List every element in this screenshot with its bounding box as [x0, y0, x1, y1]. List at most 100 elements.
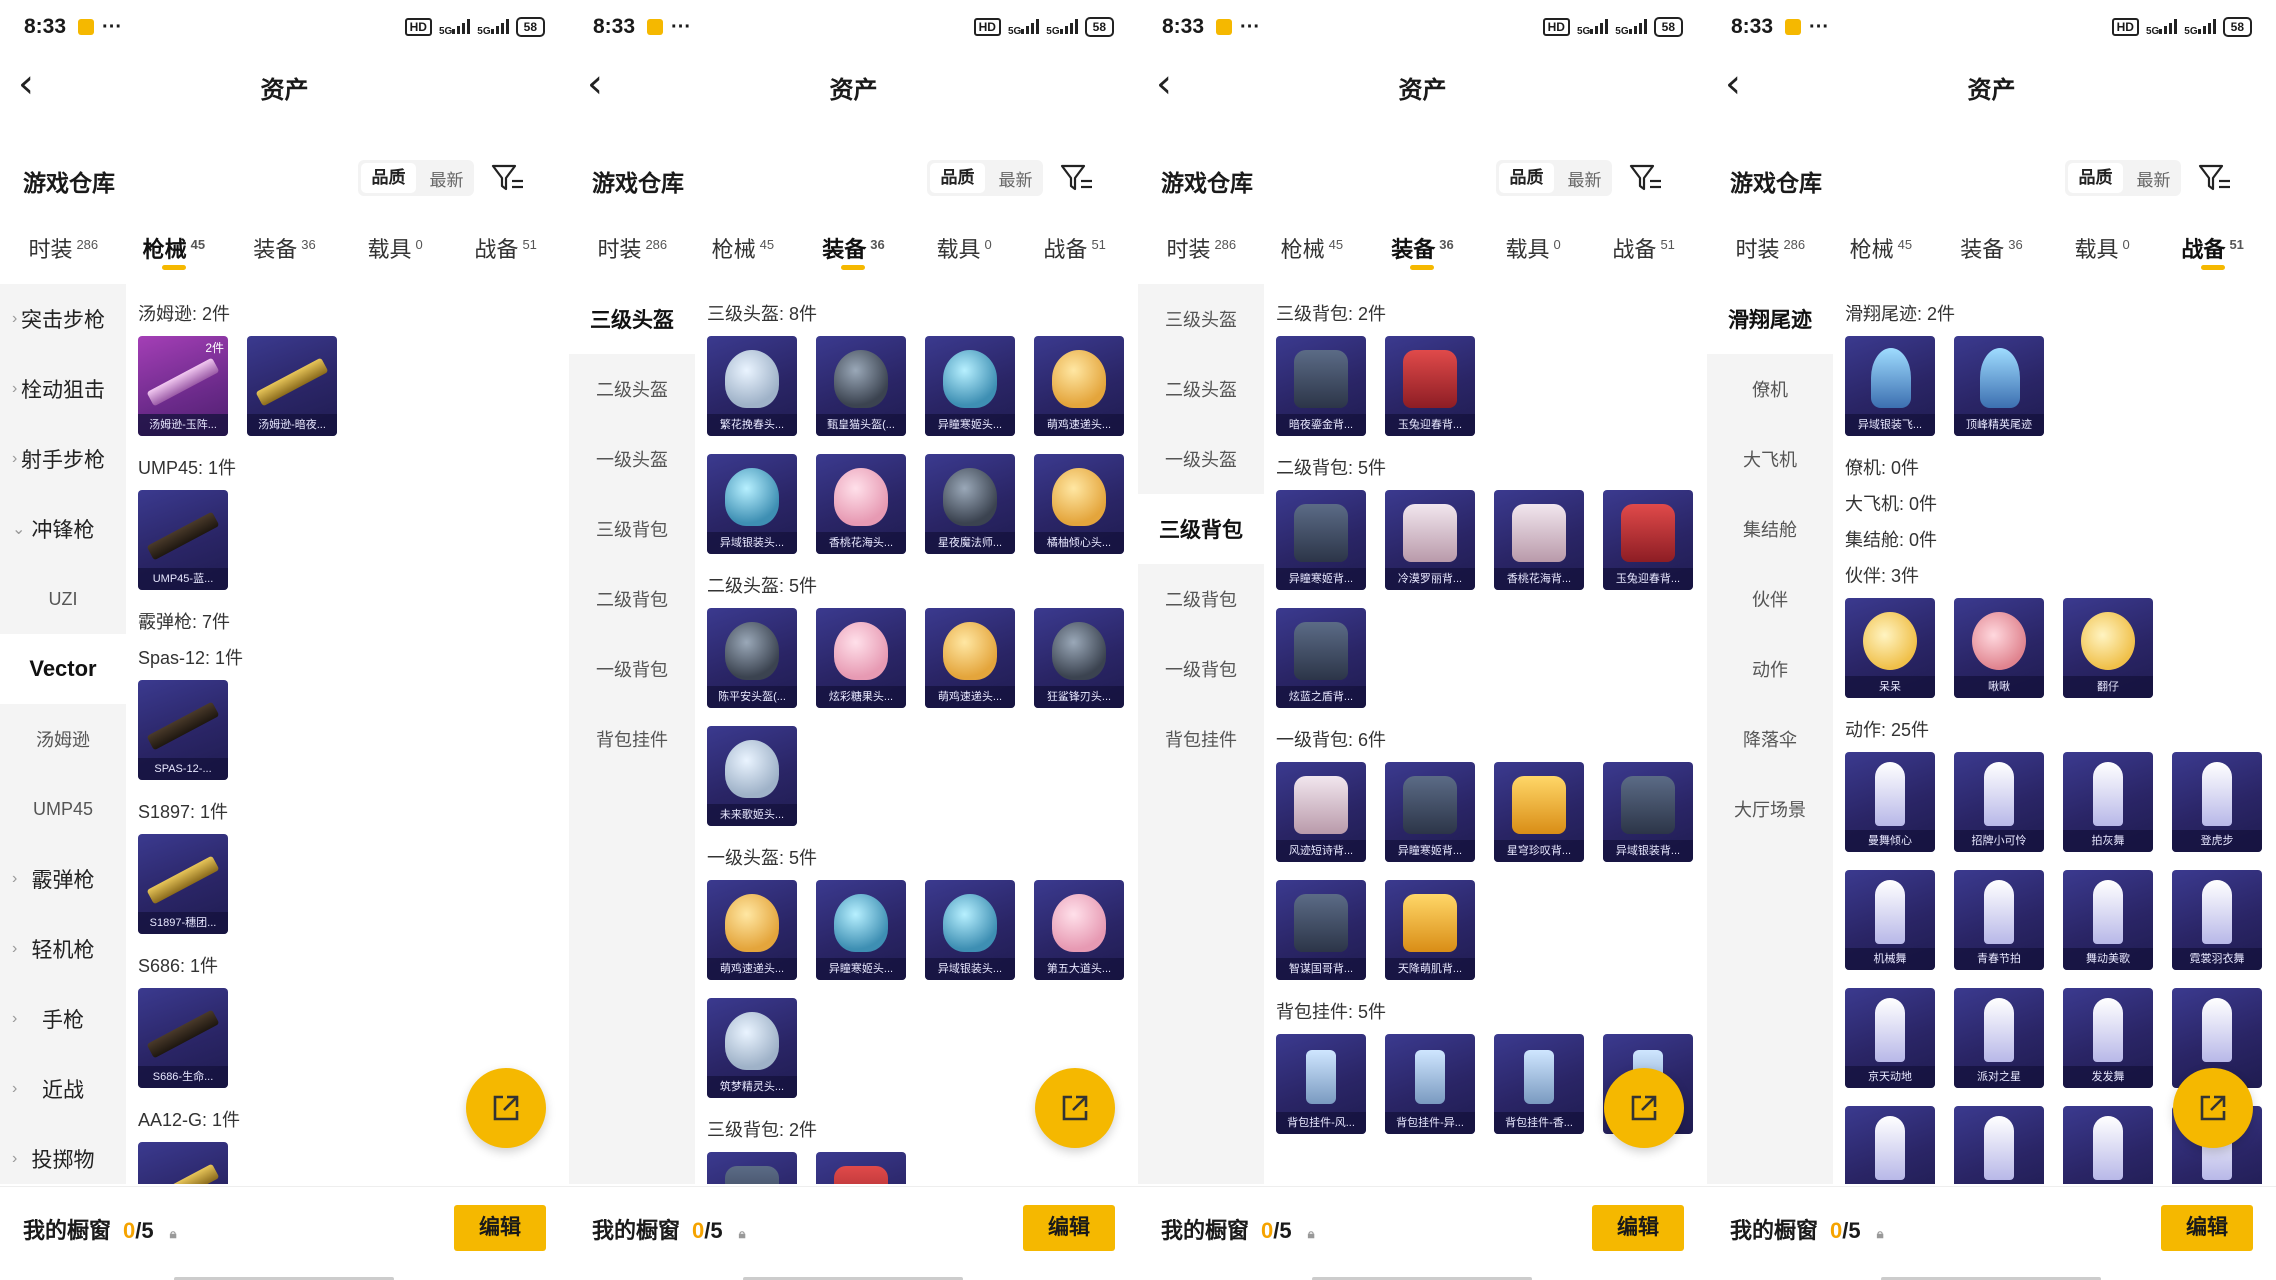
item-card[interactable]: 异域银装头... [925, 880, 1015, 980]
item-card[interactable]: 萌鸡速递头... [1034, 336, 1124, 436]
item-card[interactable]: 异域银装背... [1603, 762, 1693, 862]
item-card[interactable]: SPAS-12-... [138, 680, 228, 780]
item-card[interactable]: 啾啾 [1954, 598, 2044, 698]
item-card[interactable] [2063, 1106, 2153, 1184]
item-card[interactable]: 异瞳寒姬头... [816, 880, 906, 980]
item-card[interactable]: 霓裳羽衣舞 [2172, 870, 2262, 970]
item-card[interactable]: 京天动地 [1845, 988, 1935, 1088]
sidebar-item[interactable]: › 射手步枪 [0, 424, 126, 494]
item-card[interactable]: 派对之星 [1954, 988, 2044, 1088]
tab-0[interactable]: 时装 286 [1146, 214, 1257, 276]
item-card[interactable]: 异瞳寒姬背... [1276, 490, 1366, 590]
sort-quality-button[interactable]: 品质 [361, 163, 416, 193]
sort-quality-button[interactable]: 品质 [2068, 163, 2123, 193]
item-card[interactable]: 翻仔 [2063, 598, 2153, 698]
item-card[interactable]: 背包挂件-香... [1494, 1034, 1584, 1134]
filter-icon[interactable] [2197, 162, 2233, 194]
item-card[interactable]: 背包挂件-异... [1385, 1034, 1475, 1134]
sort-toggle[interactable]: 品质 最新 [1496, 160, 1612, 196]
sidebar-item[interactable]: › 近战 [0, 1054, 126, 1124]
tab-3[interactable]: 载具 0 [909, 214, 1020, 276]
sidebar-item[interactable]: › 轻机枪 [0, 914, 126, 984]
item-card[interactable]: 登虎步 [2172, 752, 2262, 852]
tab-4[interactable]: 战备 51 [1019, 214, 1130, 276]
sidebar-item[interactable]: UMP45 [0, 774, 126, 844]
tab-3[interactable]: 载具 0 [1478, 214, 1589, 276]
tab-4[interactable]: 战备 51 [450, 214, 561, 276]
item-card[interactable]: 拍灰舞 [2063, 752, 2153, 852]
item-card[interactable]: 暗夜鎏金背... [1276, 336, 1366, 436]
tab-0[interactable]: 时装 286 [8, 214, 119, 276]
edit-button[interactable]: 编辑 [1592, 1205, 1684, 1251]
item-card[interactable] [1954, 1106, 2044, 1184]
item-card[interactable]: 汤姆逊-暗夜... [247, 336, 337, 436]
tab-3[interactable]: 载具 0 [2047, 214, 2158, 276]
item-card[interactable]: 异瞳寒姬头... [925, 336, 1015, 436]
sidebar-item[interactable]: › 突击步枪 [0, 284, 126, 354]
sidebar-item[interactable]: 汤姆逊 [0, 704, 126, 774]
tab-1[interactable]: 枪械 45 [688, 214, 799, 276]
tab-2[interactable]: 装备 36 [1367, 214, 1478, 276]
item-card[interactable]: 舞动美歌 [2063, 870, 2153, 970]
sidebar-item[interactable]: Vector [0, 634, 126, 704]
tab-1[interactable]: 枪械 45 [1257, 214, 1368, 276]
sidebar-item[interactable]: 三级背包 [569, 494, 695, 564]
item-card[interactable]: 香桃花海背... [1494, 490, 1584, 590]
tab-0[interactable]: 时装 286 [577, 214, 688, 276]
sidebar-item[interactable]: 一级头盔 [569, 424, 695, 494]
sidebar-item[interactable]: 僚机 [1707, 354, 1833, 424]
item-card[interactable]: 玉兔迎春背... [1603, 490, 1693, 590]
tab-4[interactable]: 战备 51 [1588, 214, 1699, 276]
share-button[interactable] [1604, 1068, 1684, 1148]
sidebar-item[interactable]: 集结舱 [1707, 494, 1833, 564]
edit-button[interactable]: 编辑 [2161, 1205, 2253, 1251]
sidebar-item[interactable]: 一级背包 [1138, 634, 1264, 704]
item-card[interactable] [138, 1142, 228, 1184]
tab-4[interactable]: 战备 51 [2157, 214, 2268, 276]
share-button[interactable] [2173, 1068, 2253, 1148]
filter-icon[interactable] [1628, 162, 1664, 194]
item-card[interactable]: 背包挂件-风... [1276, 1034, 1366, 1134]
item-card[interactable]: 筑梦精灵头... [707, 998, 797, 1098]
sort-toggle[interactable]: 品质 最新 [2065, 160, 2181, 196]
sort-latest-button[interactable]: 最新 [1557, 166, 1612, 191]
item-card[interactable]: 狂鲨锋刃头... [1034, 608, 1124, 708]
sort-toggle[interactable]: 品质 最新 [927, 160, 1043, 196]
item-card[interactable]: 2件 汤姆逊-玉阵... [138, 336, 228, 436]
sidebar-item[interactable]: 降落伞 [1707, 704, 1833, 774]
sidebar-item[interactable]: 大厅场景 [1707, 774, 1833, 844]
item-card[interactable]: 繁花挽春头... [707, 336, 797, 436]
sidebar-item[interactable]: 背包挂件 [1138, 704, 1264, 774]
sidebar-item[interactable]: 背包挂件 [569, 704, 695, 774]
sort-quality-button[interactable]: 品质 [1499, 163, 1554, 193]
sidebar-item[interactable]: 一级头盔 [1138, 424, 1264, 494]
item-card[interactable] [707, 1152, 797, 1184]
filter-icon[interactable] [490, 162, 526, 194]
item-card[interactable]: UMP45-蓝... [138, 490, 228, 590]
share-button[interactable] [1035, 1068, 1115, 1148]
tab-2[interactable]: 装备 36 [229, 214, 340, 276]
sidebar-item[interactable]: 二级头盔 [569, 354, 695, 424]
sidebar-item[interactable]: UZI [0, 564, 126, 634]
item-card[interactable]: 冷漠罗丽背... [1385, 490, 1475, 590]
item-card[interactable] [1845, 1106, 1935, 1184]
tab-3[interactable]: 载具 0 [340, 214, 451, 276]
sort-latest-button[interactable]: 最新 [988, 166, 1043, 191]
sidebar-item[interactable]: ⌄ 冲锋枪 [0, 494, 126, 564]
item-card[interactable]: 招牌小可怜 [1954, 752, 2044, 852]
item-card[interactable]: 玉兔迎春背... [1385, 336, 1475, 436]
share-button[interactable] [466, 1068, 546, 1148]
sidebar-item[interactable]: 二级背包 [569, 564, 695, 634]
sidebar-item[interactable]: 大飞机 [1707, 424, 1833, 494]
sidebar-item[interactable]: 二级背包 [1138, 564, 1264, 634]
sort-toggle[interactable]: 品质 最新 [358, 160, 474, 196]
sidebar-item[interactable]: › 栓动狙击 [0, 354, 126, 424]
sidebar-item[interactable]: 三级头盔 [569, 284, 695, 354]
item-card[interactable] [816, 1152, 906, 1184]
tab-1[interactable]: 枪械 45 [1826, 214, 1937, 276]
item-card[interactable]: S1897-穗团... [138, 834, 228, 934]
sidebar-item[interactable]: 三级头盔 [1138, 284, 1264, 354]
item-card[interactable]: 风迹短诗背... [1276, 762, 1366, 862]
sort-latest-button[interactable]: 最新 [2126, 166, 2181, 191]
item-card[interactable]: 萌鸡速递头... [707, 880, 797, 980]
